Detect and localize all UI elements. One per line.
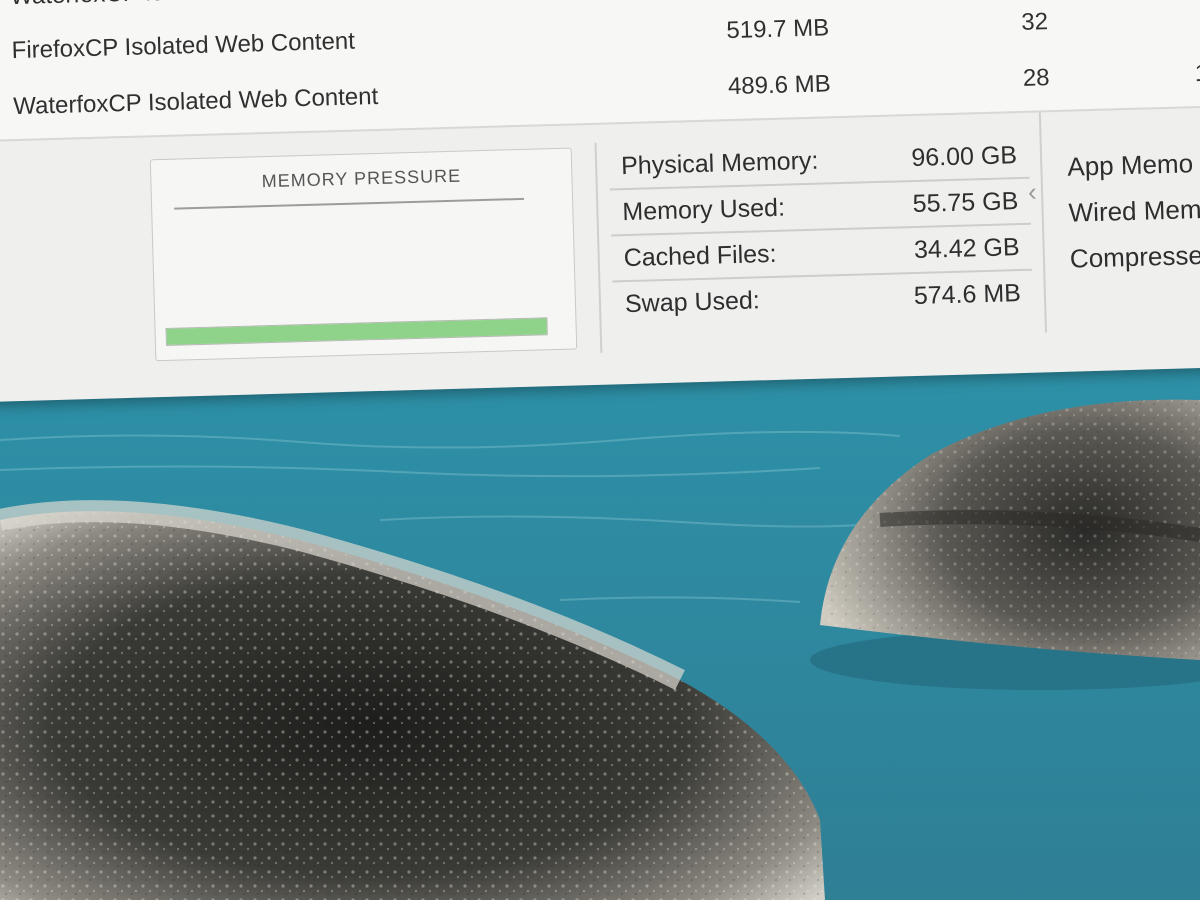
divider [594,142,603,353]
memory-pressure-label: MEMORY PRESSURE [261,165,462,192]
memory-pressure-fill [166,318,547,345]
memory-pressure-bar [165,317,548,346]
memory-summary-table: Physical Memory: 96.00 GB Memory Used: 5… [594,130,1033,353]
stat-label: Memory Used: [622,193,786,227]
stat-value: 34.42 GB [913,233,1020,265]
process-threads: 32 [1020,8,1049,36]
stat-value: 55.75 GB [912,187,1019,219]
stat-label: Physical Memory: [620,146,819,181]
memory-breakdown: App Memo Wired Mem Compressed [1067,148,1200,290]
memory-pressure-graph: MEMORY PRESSURE [149,147,578,362]
stat-label: Cached Files: [623,239,777,273]
graph-divider [174,197,525,210]
stat-label: Swap Used: [624,286,761,319]
process-name: WaterfoxCP Isolated Web Content [10,0,376,11]
stat-value: 96.00 GB [911,141,1018,173]
divider [1038,112,1047,333]
breakdown-compressed: Compressed [1069,239,1200,274]
activity-monitor-window: WaterfoxCP Isolated Web Content FirefoxC… [0,0,1200,402]
memory-stats-panel: MEMORY PRESSURE Physical Memory: 96.00 G… [0,104,1200,402]
breakdown-wired-memory: Wired Mem [1068,193,1200,228]
process-memory: 519.7 MB [726,14,830,45]
process-memory: 489.6 MB [727,70,832,101]
chevron-left-icon: ‹ [1027,176,1038,207]
process-name: WaterfoxCP Isolated Web Content [12,82,379,121]
process-name: FirefoxCP Isolated Web Content [11,27,356,65]
process-extra: 1 [1194,59,1200,88]
breakdown-app-memory: App Memo [1066,148,1194,182]
process-threads: 28 [1022,64,1050,92]
stat-value: 574.6 MB [913,279,1022,311]
